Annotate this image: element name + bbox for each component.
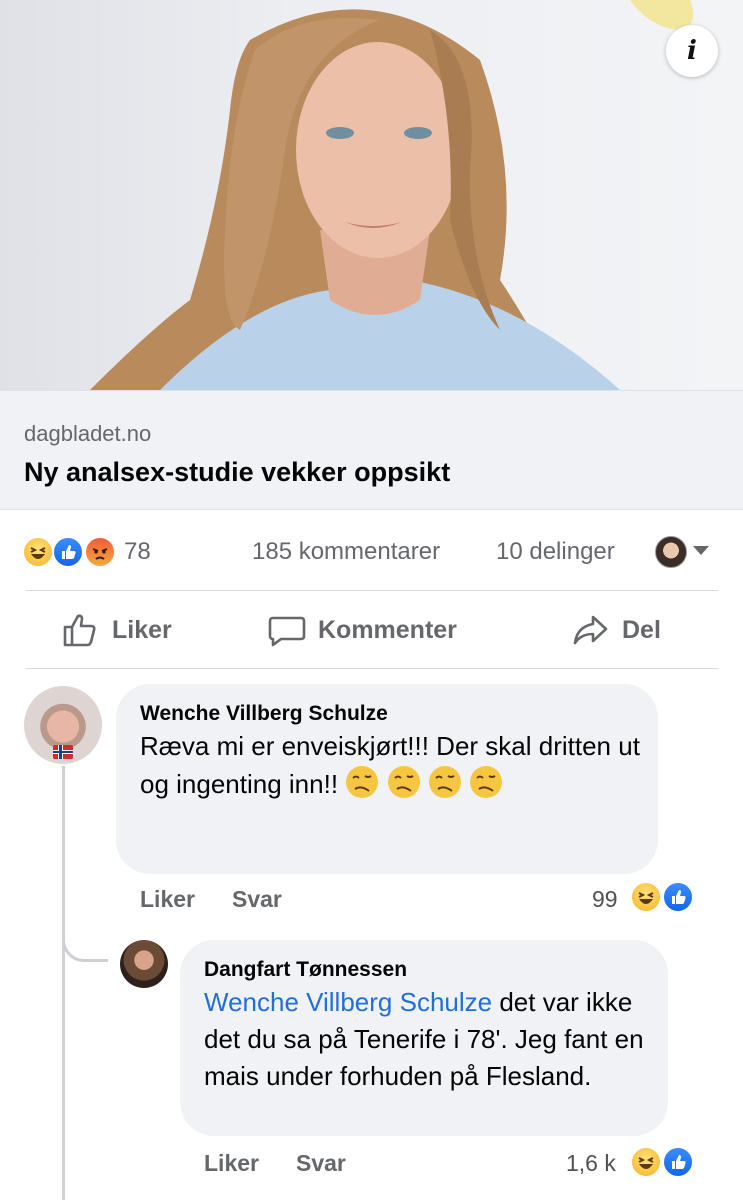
chevron-down-icon[interactable] <box>693 546 709 555</box>
divider <box>26 590 718 591</box>
comment-count[interactable]: 185 kommentarer <box>252 538 440 566</box>
angry-icon[interactable] <box>84 536 116 568</box>
share-count[interactable]: 10 delinger <box>496 538 615 566</box>
portrait-photo <box>90 0 694 390</box>
norway-flag-icon <box>53 745 73 759</box>
link-preview-image[interactable]: i <box>0 0 743 390</box>
like-icon[interactable] <box>52 536 84 568</box>
link-domain: dagbladet.no <box>24 421 152 446</box>
comment-label: Kommenter <box>318 615 457 644</box>
viewer-avatar[interactable] <box>655 536 687 568</box>
share-label: Del <box>622 615 661 644</box>
comment-reply-button[interactable]: Svar <box>232 886 282 913</box>
share-button[interactable]: Del <box>572 612 661 648</box>
woozy-face-icon <box>428 766 461 798</box>
info-icon[interactable]: i <box>666 25 718 77</box>
comment-text: Ræva mi er enveiskjørt!!! Der skal dritt… <box>140 731 640 799</box>
comment-like-button[interactable]: Liker <box>140 886 195 913</box>
like-icon[interactable] <box>662 1146 694 1178</box>
thumbs-up-icon <box>63 614 96 647</box>
woozy-face-icon <box>469 766 502 798</box>
haha-icon[interactable] <box>22 536 54 568</box>
share-icon <box>573 615 608 645</box>
haha-icon[interactable] <box>630 881 662 913</box>
avatar[interactable] <box>120 940 168 988</box>
comment-button[interactable]: Kommenter <box>268 612 457 648</box>
woozy-face-icon <box>346 766 379 798</box>
reactions-summary: 78 185 kommentarer 10 delinger <box>0 530 743 574</box>
link-preview-meta[interactable]: dagbladet.no Ny analsex-studie vekker op… <box>0 390 743 510</box>
reaction-count[interactable]: 78 <box>124 538 151 566</box>
like-label: Liker <box>112 615 172 644</box>
comment-bubble[interactable]: Wenche Villberg Schulze Ræva mi er envei… <box>116 684 658 874</box>
comment-icon <box>268 616 306 647</box>
like-button[interactable]: Liker <box>62 612 172 648</box>
link-title[interactable]: Ny analsex-studie vekker oppsikt <box>24 457 450 488</box>
thread-connector <box>62 932 108 962</box>
comment-reaction-count[interactable]: 1,6 k <box>566 1150 616 1177</box>
divider <box>26 668 718 669</box>
comment-reply-button[interactable]: Svar <box>296 1150 346 1177</box>
action-bar: Liker Kommenter Del <box>0 592 743 668</box>
mention-link[interactable]: Wenche Villberg Schulze <box>204 987 492 1017</box>
like-icon[interactable] <box>662 881 694 913</box>
comment-text: Wenche Villberg Schulze det var ikke det… <box>204 987 644 1091</box>
woozy-face-icon <box>387 766 420 798</box>
haha-icon[interactable] <box>630 1146 662 1178</box>
comment-author[interactable]: Dangfart Tønnessen <box>204 958 407 982</box>
comment-author[interactable]: Wenche Villberg Schulze <box>140 702 388 726</box>
comment-like-button[interactable]: Liker <box>204 1150 259 1177</box>
thread-line <box>62 766 65 1200</box>
comment-reaction-count[interactable]: 99 <box>592 886 618 913</box>
reply-bubble[interactable]: Dangfart Tønnessen Wenche Villberg Schul… <box>180 940 668 1136</box>
